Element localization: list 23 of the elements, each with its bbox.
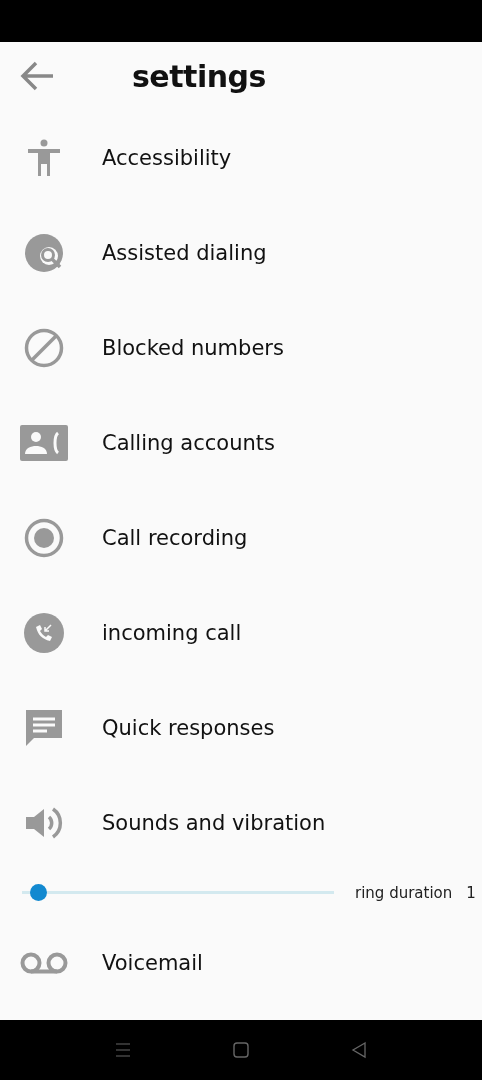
slider-label: ring duration [355, 883, 453, 902]
setting-item[interactable]: Assisted dialing [102, 240, 267, 265]
back-icon[interactable] [19, 60, 55, 92]
setting-item[interactable]: Voicemail [102, 950, 203, 975]
contact-phone-icon [20, 424, 68, 461]
slider-value: 1 [466, 883, 476, 902]
setting-item[interactable]: incoming call [102, 620, 242, 645]
setting-item[interactable]: Calling accounts [102, 430, 275, 455]
message-icon [24, 707, 64, 748]
incoming-call-icon [24, 612, 64, 653]
home-icon[interactable] [232, 1041, 250, 1059]
record-icon [24, 517, 64, 558]
globe-search-icon [24, 232, 64, 273]
page-title: settings [132, 58, 266, 94]
setting-item[interactable]: Accessibility [102, 145, 232, 170]
blocked-icon [24, 327, 64, 368]
back-icon[interactable] [350, 1041, 368, 1059]
setting-item[interactable]: Blocked numbers [102, 335, 284, 360]
setting-item[interactable]: Sounds and vibration [102, 810, 326, 835]
voicemail-icon [20, 951, 68, 974]
setting-item[interactable]: Call recording [102, 525, 248, 550]
setting-item[interactable]: Quick responses [102, 715, 275, 740]
slider-thumb[interactable] [30, 884, 48, 901]
